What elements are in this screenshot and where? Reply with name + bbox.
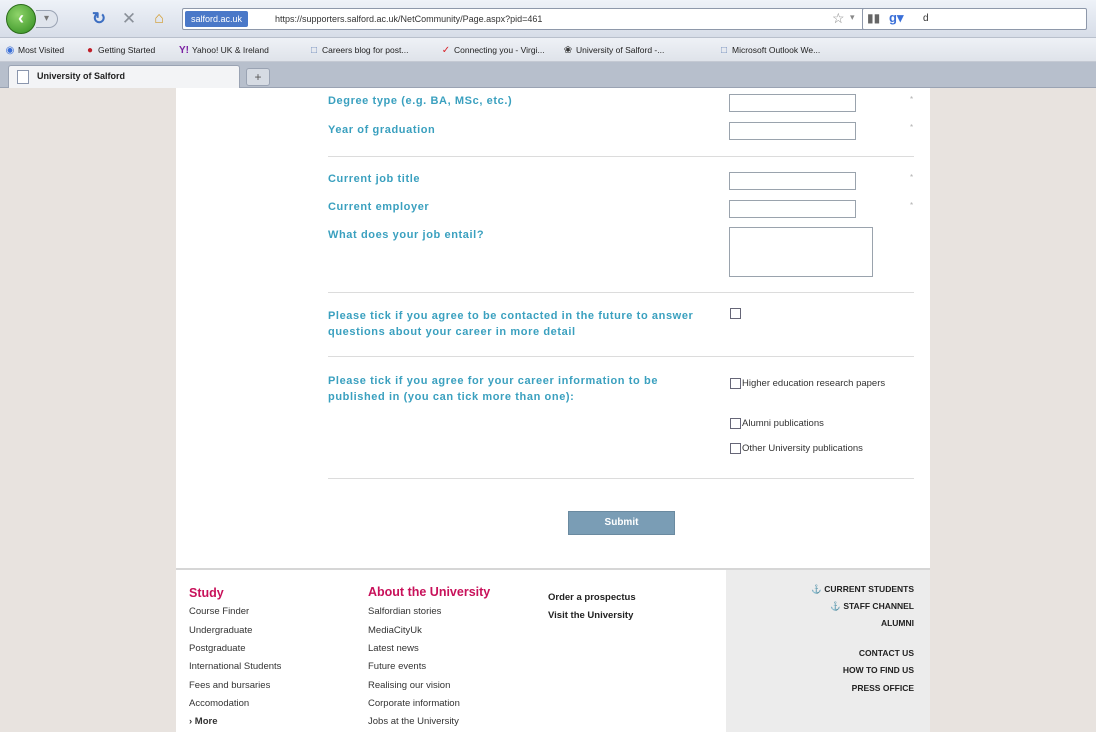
signal-bars-icon: ▮▮	[867, 11, 881, 25]
section-divider	[328, 478, 914, 479]
url-text[interactable]: https://supporters.salford.ac.uk/NetComm…	[275, 12, 542, 26]
chevron-down-icon[interactable]: ▾	[850, 12, 855, 23]
bookmark-item[interactable]: ✓ Connecting you - Virgi...	[440, 43, 545, 58]
tab-strip: University of Salford +	[0, 62, 1096, 88]
bookmark-item[interactable]: □ Microsoft Outlook We...	[718, 43, 820, 58]
job-title-label: Current job title	[328, 173, 421, 185]
section-divider	[328, 292, 914, 293]
new-tab-button[interactable]: +	[246, 68, 270, 86]
job-entail-label: What does your job entail?	[328, 229, 485, 241]
footer-link[interactable]: Undergraduate	[189, 625, 252, 637]
bookmark-item[interactable]: □ Careers blog for post...	[308, 43, 409, 58]
publish-consent-label: Please tick if you agree for your career…	[328, 375, 659, 403]
footer-link[interactable]: Postgraduate	[189, 643, 246, 655]
required-marker: *	[910, 201, 914, 210]
current-students-link[interactable]: ⚓ CURRENT STUDENTS	[811, 584, 914, 595]
search-input[interactable]: ▮▮ g▾ d	[862, 8, 1087, 30]
navigation-toolbar: ‹ ▾ ↻ ✕ ⌂ salford.ac.uk https://supporte…	[0, 0, 1096, 38]
reload-icon[interactable]: ↻	[88, 9, 110, 29]
site-footer: Study Course Finder Undergraduate Postgr…	[176, 568, 930, 732]
yahoo-icon: Y!	[179, 45, 189, 56]
about-heading: About the University	[368, 585, 491, 599]
address-bar[interactable]: salford.ac.uk https://supporters.salford…	[182, 8, 904, 30]
bookmark-item[interactable]: Y! Yahoo! UK & Ireland	[178, 43, 269, 58]
page-icon: □	[720, 45, 728, 56]
getting-started-icon: ●	[86, 45, 94, 56]
firefox-icon: ◉	[5, 45, 15, 56]
other-publications-checkbox[interactable]	[730, 443, 741, 454]
footer-link[interactable]: Accomodation	[189, 698, 249, 710]
stop-icon[interactable]: ✕	[118, 9, 140, 29]
footer-link[interactable]: MediaCityUk	[368, 625, 422, 637]
job-title-input[interactable]	[729, 172, 856, 190]
visit-university-link[interactable]: Visit the University	[548, 610, 633, 621]
contact-consent-label: Please tick if you agree to be contacted…	[328, 310, 694, 338]
footer-link[interactable]: Future events	[368, 661, 426, 673]
virgin-icon: ✓	[441, 45, 451, 56]
alumni-publications-checkbox[interactable]	[730, 418, 741, 429]
bookmark-item[interactable]: ❀ University of Salford -...	[562, 43, 665, 58]
submit-button[interactable]: Submit	[568, 511, 675, 535]
find-us-link[interactable]: HOW TO FIND US	[843, 665, 914, 675]
search-engine-icon[interactable]: g▾	[889, 10, 903, 26]
search-value[interactable]: d	[923, 13, 929, 24]
research-papers-label: Higher education research papers	[742, 378, 886, 389]
order-prospectus-link[interactable]: Order a prospectus	[548, 592, 636, 603]
footer-link[interactable]: Jobs at the University	[368, 716, 459, 728]
footer-link[interactable]: Realising our vision	[368, 680, 450, 692]
year-of-graduation-input[interactable]	[729, 122, 856, 140]
home-icon[interactable]: ⌂	[148, 9, 170, 29]
page-content: Degree type (e.g. BA, MSc, etc.) * Year …	[176, 88, 930, 732]
contact-consent-checkbox[interactable]	[730, 308, 741, 319]
contact-us-link[interactable]: CONTACT US	[859, 648, 914, 658]
alumni-publications-label: Alumni publications	[742, 418, 824, 429]
bookmarks-toolbar: ◉ Most Visited ● Getting Started Y! Yahoo! …	[0, 38, 1096, 62]
bookmark-item[interactable]: ● Getting Started	[84, 43, 155, 58]
footer-link[interactable]: Fees and bursaries	[189, 680, 270, 692]
salford-icon: ❀	[563, 45, 573, 56]
more-link[interactable]: › More	[189, 716, 218, 728]
back-arrow-icon[interactable]: ‹	[6, 4, 36, 34]
study-heading: Study	[189, 586, 224, 600]
research-papers-checkbox[interactable]	[730, 378, 741, 389]
alumni-link[interactable]: ALUMNI	[881, 618, 914, 628]
bookmark-star-icon[interactable]: ☆	[832, 10, 845, 26]
footer-quick-links: ⚓ CURRENT STUDENTS ⚓ STAFF CHANNEL ALUMN…	[726, 570, 930, 732]
tab-university-of-salford[interactable]: University of Salford	[8, 65, 240, 88]
footer-link[interactable]: Corporate information	[368, 698, 460, 710]
history-dropdown-icon[interactable]: ▾	[36, 10, 58, 28]
footer-link[interactable]: Latest news	[368, 643, 419, 655]
staff-channel-link[interactable]: ⚓ STAFF CHANNEL	[830, 601, 914, 612]
year-of-graduation-label: Year of graduation	[328, 124, 436, 136]
bookmark-item[interactable]: ◉ Most Visited	[4, 43, 65, 58]
section-divider	[328, 356, 914, 357]
required-marker: *	[910, 173, 914, 182]
press-office-link[interactable]: PRESS OFFICE	[852, 683, 914, 693]
employer-label: Current employer	[328, 201, 430, 213]
required-marker: *	[910, 95, 914, 104]
footer-link[interactable]: Salfordian stories	[368, 606, 441, 618]
site-identity-badge[interactable]: salford.ac.uk	[185, 11, 249, 27]
other-publications-label: Other University publications	[742, 443, 863, 454]
employer-input[interactable]	[729, 200, 856, 218]
tab-title: University of Salford	[37, 71, 126, 81]
required-marker: *	[910, 123, 914, 132]
footer-link[interactable]: Course Finder	[189, 606, 249, 618]
footer-link[interactable]: International Students	[189, 661, 281, 673]
job-entail-textarea[interactable]	[729, 227, 873, 277]
degree-type-label: Degree type (e.g. BA, MSc, etc.)	[328, 95, 513, 107]
page-icon	[17, 70, 29, 84]
page-icon: □	[310, 45, 318, 56]
section-divider	[328, 156, 914, 157]
degree-type-input[interactable]	[729, 94, 856, 112]
